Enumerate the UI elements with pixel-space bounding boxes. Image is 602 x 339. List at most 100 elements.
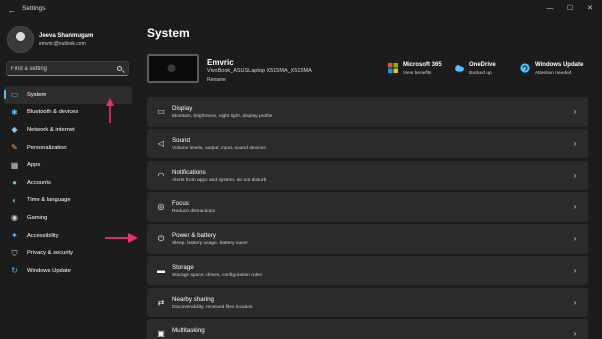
status-title: Windows Update	[535, 62, 584, 68]
shield-icon: ⛉	[11, 248, 18, 258]
onedrive-status[interactable]: OneDrive Backed up	[454, 62, 509, 82]
status-subtitle: Backed up	[469, 71, 492, 76]
sidebar-item-privacy-security[interactable]: ⛉ Privacy & security	[4, 244, 132, 262]
minimize-button[interactable]: —	[543, 3, 557, 15]
card-subtitle: Discoverability, received files location	[172, 304, 253, 310]
chevron-right-icon: ›	[573, 329, 577, 339]
device-model: VivoBook_ASUSLaptop X515MA_X515MA	[207, 68, 312, 74]
chevron-right-icon: ›	[573, 265, 577, 275]
display-icon: ▭	[157, 107, 165, 116]
settings-card-focus[interactable]: ◎ Focus Reduce distractions ›	[147, 192, 588, 222]
sidebar-item-label: Accounts	[27, 179, 51, 186]
settings-list: ▭ Display Monitors, brightness, night ligh…	[147, 97, 588, 339]
chevron-right-icon: ›	[573, 170, 577, 180]
card-title: Notifications	[172, 168, 206, 176]
update-icon	[520, 63, 530, 73]
device-name: Emvric	[207, 58, 234, 67]
multitask-icon: ▣	[157, 329, 165, 339]
annotation-arrow-right-icon	[105, 233, 138, 243]
device-thumbnail	[147, 54, 199, 83]
sidebar-item-gaming[interactable]: ◉ Gaming	[4, 209, 132, 227]
page-title: System	[147, 26, 190, 40]
microsoft-365-status[interactable]: Microsoft 365 View benefits	[388, 62, 458, 82]
settings-card-multitasking[interactable]: ▣ Multitasking ›	[147, 319, 588, 339]
sidebar-item-time-language[interactable]: ◐ Time & language	[4, 192, 132, 210]
settings-card-power-battery[interactable]: ⏻ Power & battery Sleep, battery usage, ba…	[147, 224, 588, 254]
bluetooth-icon: ✱	[11, 107, 18, 117]
card-title: Focus	[172, 200, 189, 208]
sidebar-item-label: Accessibility	[27, 232, 59, 239]
monitor-icon: ▭	[10, 90, 19, 100]
focus-icon: ◎	[157, 202, 165, 212]
card-subtitle: Storage space, drives, configuration rul…	[172, 272, 262, 278]
chevron-right-icon: ›	[573, 107, 577, 116]
card-subtitle: Monitors, brightness, night light, displ…	[172, 114, 273, 119]
chevron-right-icon: ›	[573, 138, 577, 148]
power-icon: ⏻	[157, 234, 165, 243]
rename-link[interactable]: Rename	[207, 77, 226, 83]
sidebar-item-label: Apps	[27, 162, 41, 169]
settings-card-display[interactable]: ▭ Display Monitors, brightness, night ligh…	[147, 97, 588, 127]
user-email: emvric@outlook.com	[39, 41, 86, 47]
storage-icon: ▬	[157, 265, 165, 275]
sidebar-item-label: Network & internet	[27, 126, 75, 133]
bell-icon: ◠	[157, 170, 165, 180]
app-title: Settings	[22, 5, 46, 12]
card-subtitle: Sleep, battery usage, battery saver	[172, 241, 248, 246]
windows-update-status[interactable]: Windows Update Attention needed	[520, 62, 592, 82]
person-icon: ●	[12, 178, 17, 188]
status-title: Microsoft 365	[403, 62, 442, 68]
sidebar-item-personalization[interactable]: ✎ Personalization	[4, 139, 132, 157]
refresh-icon: ↻	[11, 266, 18, 276]
card-subtitle: Volume levels, output, input, sound devi…	[172, 145, 266, 151]
chevron-right-icon: ›	[573, 297, 577, 307]
cloud-icon	[455, 65, 464, 72]
share-icon: ⇄	[157, 297, 165, 307]
card-title: Multitasking	[172, 327, 205, 335]
globe-clock-icon: ◐	[12, 195, 17, 205]
microsoft-logo-icon	[388, 63, 398, 73]
close-button[interactable]: ✕	[583, 3, 597, 15]
avatar[interactable]	[7, 26, 34, 53]
apps-icon: ▦	[10, 160, 19, 170]
sidebar-item-apps[interactable]: ▦ Apps	[4, 156, 132, 174]
chevron-right-icon: ›	[573, 234, 577, 243]
chevron-right-icon: ›	[573, 202, 577, 212]
status-title: OneDrive	[469, 62, 496, 68]
sidebar-item-label: Bluetooth & devices	[27, 109, 79, 116]
settings-card-nearby-sharing[interactable]: ⇄ Nearby sharing Discoverability, received…	[147, 287, 588, 317]
sidebar-item-label: System	[27, 91, 47, 98]
search-icon[interactable]	[117, 66, 122, 71]
accessibility-icon: ✦	[11, 231, 18, 241]
maximize-button[interactable]: ☐	[563, 3, 577, 15]
sidebar-item-windows-update[interactable]: ↻ Windows Update	[4, 262, 132, 280]
card-title: Sound	[172, 136, 190, 144]
card-subtitle: Alerts from apps and system, do not dist…	[172, 177, 267, 183]
annotation-arrow-up-icon	[106, 98, 114, 123]
title-bar: ← Settings — ☐ ✕	[0, 0, 602, 22]
sidebar-item-accounts[interactable]: ● Accounts	[4, 174, 132, 192]
settings-card-sound[interactable]: ◁ Sound Volume levels, output, input, soun…	[147, 128, 588, 159]
card-title: Display	[172, 105, 193, 112]
user-name: Jeeva Shanmugam	[39, 33, 94, 39]
back-arrow-icon[interactable]: ←	[6, 4, 18, 16]
settings-card-notifications[interactable]: ◠ Notifications Alerts from apps and syste…	[147, 160, 588, 190]
card-title: Storage	[172, 263, 194, 271]
search-box[interactable]	[6, 61, 129, 76]
sidebar-item-label: Privacy & security	[27, 250, 74, 257]
status-subtitle: View benefits	[403, 71, 432, 76]
brush-icon: ✎	[11, 143, 18, 153]
settings-card-storage[interactable]: ▬ Storage Storage space, drives, configura…	[147, 255, 588, 286]
card-title: Power & battery	[172, 232, 217, 239]
card-title: Nearby sharing	[172, 295, 214, 303]
status-subtitle: Attention needed	[535, 71, 572, 76]
card-subtitle: Reduce distractions	[172, 209, 215, 215]
wifi-icon: ◆	[11, 125, 18, 135]
search-input[interactable]	[11, 64, 111, 74]
sidebar-item-label: Personalization	[27, 144, 67, 151]
gamepad-icon: ◉	[11, 213, 18, 223]
sidebar-item-label: Windows Update	[27, 267, 71, 274]
sidebar-item-label: Time & language	[27, 197, 71, 204]
sidebar-item-label: Gaming	[27, 214, 48, 221]
speaker-icon: ◁	[157, 138, 165, 148]
